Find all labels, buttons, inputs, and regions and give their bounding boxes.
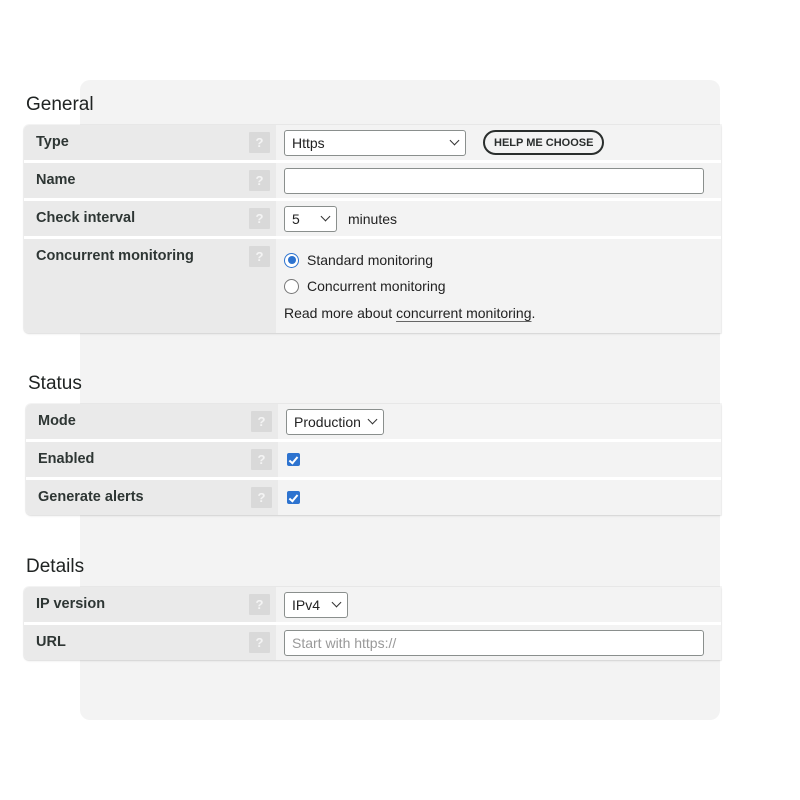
concurrent-label: Concurrent monitoring (36, 248, 194, 264)
help-icon[interactable]: ? (249, 246, 270, 267)
ip-version-label: IP version (36, 596, 106, 612)
status-section: Status Mode ? Production Enabled ? Gener… (26, 372, 723, 515)
read-more-text: Read more about concurrent monitoring. (284, 305, 536, 321)
enabled-label: Enabled (38, 451, 95, 467)
help-icon[interactable]: ? (249, 208, 270, 229)
type-row: Type ? Https HELP ME CHOOSE (24, 125, 721, 163)
details-panel: IP version ? IPv4 URL ? Start with https… (24, 587, 721, 660)
concurrent-row: Concurrent monitoring ? Standard monitor… (24, 239, 721, 333)
general-title: General (26, 94, 94, 115)
ip-version-row: IP version ? IPv4 (24, 587, 721, 625)
details-title: Details (26, 556, 85, 577)
check-interval-row: Check interval ? 5 minutes (24, 201, 721, 239)
check-interval-select[interactable]: 5 (284, 205, 337, 232)
generate-alerts-label: Generate alerts (38, 489, 144, 505)
url-label: URL (36, 634, 66, 650)
help-icon[interactable]: ? (251, 449, 272, 470)
name-input[interactable] (284, 167, 704, 194)
enabled-row: Enabled ? (26, 442, 721, 480)
chevron-down-icon (367, 414, 378, 425)
name-label: Name (36, 172, 76, 188)
enabled-checkbox[interactable] (287, 453, 300, 466)
generate-alerts-checkbox[interactable] (287, 491, 300, 504)
general-section: General Type ? Https HELP ME CHOOSE Name… (24, 93, 721, 333)
help-icon[interactable]: ? (249, 170, 270, 191)
check-interval-label: Check interval (36, 210, 136, 226)
help-icon[interactable]: ? (249, 594, 270, 615)
url-row: URL ? Start with https:// (24, 625, 721, 660)
chevron-down-icon (331, 597, 342, 608)
help-me-choose-button[interactable]: HELP ME CHOOSE (483, 130, 605, 155)
status-panel: Mode ? Production Enabled ? Generate ale… (26, 404, 721, 515)
mode-row: Mode ? Production (26, 404, 721, 442)
radio-unselected-icon[interactable] (284, 278, 299, 294)
details-section: Details IP version ? IPv4 URL ? Start wi… (24, 555, 721, 660)
help-icon[interactable]: ? (251, 487, 272, 508)
generate-alerts-row: Generate alerts ? (26, 480, 721, 515)
concurrent-monitoring-link[interactable]: concurrent monitoring (396, 305, 531, 321)
type-label: Type (36, 134, 69, 150)
interval-unit: minutes (348, 210, 398, 227)
mode-select[interactable]: Production (286, 408, 384, 435)
status-title: Status (28, 373, 82, 394)
name-row: Name ? (24, 163, 721, 201)
chevron-down-icon (320, 211, 331, 222)
mode-label: Mode (38, 413, 76, 429)
radio-selected-icon[interactable] (284, 252, 299, 268)
chevron-down-icon (449, 135, 460, 146)
url-input[interactable]: Start with https:// (284, 629, 704, 656)
ip-version-select[interactable]: IPv4 (284, 591, 348, 618)
radio-concurrent-monitoring[interactable]: Concurrent monitoring (284, 273, 446, 299)
help-icon[interactable]: ? (249, 632, 270, 653)
general-panel: Type ? Https HELP ME CHOOSE Name ? Check… (24, 125, 721, 333)
help-icon[interactable]: ? (249, 132, 270, 153)
help-icon[interactable]: ? (251, 411, 272, 432)
type-select[interactable]: Https (284, 129, 466, 156)
radio-standard-monitoring[interactable]: Standard monitoring (284, 247, 433, 273)
